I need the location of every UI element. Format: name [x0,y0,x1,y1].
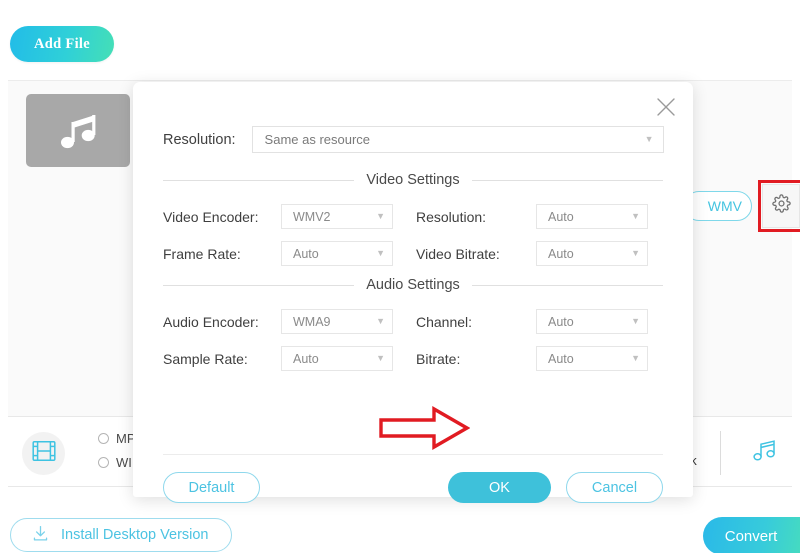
chevron-down-icon: ▼ [376,317,385,326]
format-bar-divider [720,431,721,475]
cancel-button[interactable]: Cancel [566,472,663,503]
radio-circle-icon [98,457,109,468]
sample-rate-select[interactable]: Auto ▼ [281,346,393,371]
video-category-button[interactable] [22,432,65,475]
format-radio-label-1: WI [116,455,132,470]
film-strip-icon [32,440,56,467]
radio-circle-icon [98,433,109,444]
audio-settings-fields: Audio Encoder: WMA9 ▼ Channel: Auto ▼ Sa… [163,309,663,371]
gear-icon [772,194,791,218]
dialog-footer-divider [163,454,663,455]
chevron-down-icon: ▼ [631,212,640,221]
video-resolution-value: Auto [548,210,574,224]
chevron-down-icon: ▼ [631,249,640,258]
sample-rate-value: Auto [293,352,319,366]
video-bitrate-value: Auto [548,247,574,261]
format-radio-group: MP WI [98,431,136,470]
music-note-icon [751,439,777,468]
default-button[interactable]: Default [163,472,260,503]
audio-settings-title: Audio Settings [366,277,460,293]
audio-category-button[interactable] [743,435,785,471]
convert-button[interactable]: Convert [703,517,800,553]
output-format-chip[interactable]: WMV [684,191,752,221]
video-encoder-label: Video Encoder: [163,209,281,225]
video-encoder-value: WMV2 [293,210,331,224]
divider-left [163,285,354,286]
video-settings-title: Video Settings [366,172,459,188]
audio-bitrate-label: Bitrate: [416,351,536,367]
channel-value: Auto [548,315,574,329]
output-format-label: WMV [708,198,742,214]
default-label: Default [189,480,235,496]
channel-label: Channel: [416,314,536,330]
dialog-resolution-label: Resolution: [163,132,236,148]
divider-right [472,285,663,286]
add-file-label: Add File [34,36,90,53]
video-bitrate-label: Video Bitrate: [416,246,536,262]
music-note-icon [55,110,101,152]
frame-rate-label: Frame Rate: [163,246,281,262]
dialog-resolution-value: Same as resource [265,132,371,147]
download-icon [31,524,50,547]
frame-rate-value: Auto [293,247,319,261]
install-desktop-version-button[interactable]: Install Desktop Version [10,518,232,552]
audio-settings-header: Audio Settings [163,277,663,293]
video-settings-header: Video Settings [163,172,663,188]
audio-encoder-select[interactable]: WMA9 ▼ [281,309,393,334]
chevron-down-icon: ▼ [376,249,385,258]
dialog-resolution-row: Resolution: Same as resource ▼ [163,126,664,153]
chevron-down-icon: ▼ [376,212,385,221]
ok-button[interactable]: OK [448,472,551,503]
audio-bitrate-value: Auto [548,352,574,366]
video-bitrate-select[interactable]: Auto ▼ [536,241,648,266]
convert-label: Convert [725,528,778,545]
audio-encoder-label: Audio Encoder: [163,314,281,330]
top-bar: Add File [0,0,800,80]
video-encoder-select[interactable]: WMV2 ▼ [281,204,393,229]
video-resolution-label: Resolution: [416,209,536,225]
video-settings-fields: Video Encoder: WMV2 ▼ Resolution: Auto ▼… [163,204,663,266]
dialog-resolution-select[interactable]: Same as resource ▼ [252,126,664,153]
format-radio-1[interactable]: WI [98,455,136,470]
file-thumbnail [26,94,130,167]
app-root: Add File WMV [0,0,800,553]
frame-rate-select[interactable]: Auto ▼ [281,241,393,266]
settings-dialog: Resolution: Same as resource ▼ Video Set… [133,82,693,497]
audio-encoder-value: WMA9 [293,315,331,329]
video-resolution-select[interactable]: Auto ▼ [536,204,648,229]
chevron-down-icon: ▼ [376,354,385,363]
cancel-label: Cancel [592,480,637,496]
dialog-actions: Default OK Cancel [163,472,663,504]
chevron-down-icon: ▼ [645,135,654,144]
chevron-down-icon: ▼ [631,317,640,326]
close-icon[interactable] [653,94,679,120]
sample-rate-label: Sample Rate: [163,351,281,367]
add-file-button[interactable]: Add File [10,26,114,62]
format-radio-0[interactable]: MP [98,431,136,446]
divider-right [472,180,663,181]
divider-left [163,180,354,181]
channel-select[interactable]: Auto ▼ [536,309,648,334]
chevron-down-icon: ▼ [631,354,640,363]
audio-bitrate-select[interactable]: Auto ▼ [536,346,648,371]
ok-label: OK [489,480,510,496]
install-desktop-version-label: Install Desktop Version [61,527,209,543]
settings-gear-button[interactable] [762,184,800,228]
